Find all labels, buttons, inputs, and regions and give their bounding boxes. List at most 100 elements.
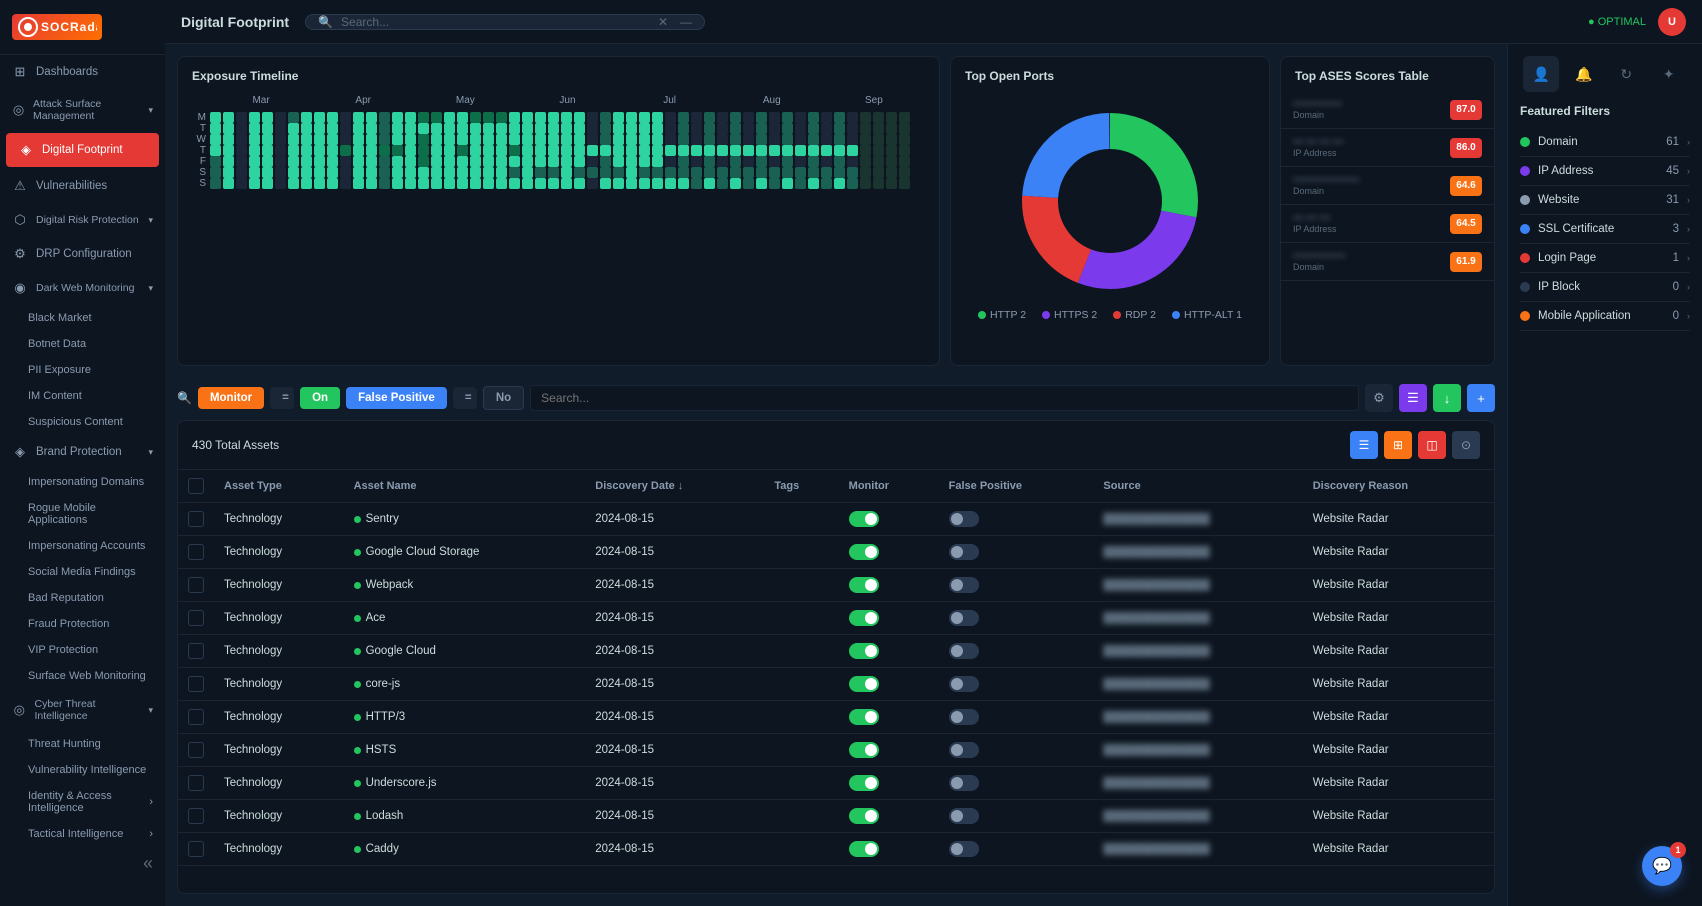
cell-6-18[interactable] xyxy=(444,178,455,189)
cell-5-16[interactable] xyxy=(418,167,429,178)
cell-3-12[interactable] xyxy=(366,145,377,156)
cell-1-18[interactable] xyxy=(444,123,455,134)
cell-2-34[interactable] xyxy=(652,134,663,145)
cell-2-21[interactable] xyxy=(483,134,494,145)
cell-2-27[interactable] xyxy=(561,134,572,145)
cell-0-40[interactable] xyxy=(730,112,741,123)
cell-5-23[interactable] xyxy=(509,167,520,178)
featured-filter-item-2[interactable]: Website 31 › xyxy=(1520,186,1690,215)
cell-3-49[interactable] xyxy=(847,145,858,156)
fp-toggle-7[interactable] xyxy=(949,742,979,758)
cell-1-47[interactable] xyxy=(821,123,832,134)
cell-5-32[interactable] xyxy=(626,167,637,178)
table-row[interactable]: Technology HSTS 2024-08-15 █████████████… xyxy=(178,734,1494,767)
cell-4-35[interactable] xyxy=(665,156,676,167)
cell-0-1[interactable] xyxy=(223,112,234,123)
cell-5-49[interactable] xyxy=(847,167,858,178)
cell-1-16[interactable] xyxy=(418,123,429,134)
fp-toggle-3[interactable] xyxy=(949,610,979,626)
cell-6-38[interactable] xyxy=(704,178,715,189)
cell-0-38[interactable] xyxy=(704,112,715,123)
cell-1-49[interactable] xyxy=(847,123,858,134)
cell-4-41[interactable] xyxy=(743,156,754,167)
ases-row-0[interactable]: •••••••••••••• Domain 87.0 xyxy=(1281,91,1494,129)
cell-6-19[interactable] xyxy=(457,178,468,189)
cell-0-42[interactable] xyxy=(756,112,767,123)
cell-1-2[interactable] xyxy=(236,123,247,134)
cell-4-42[interactable] xyxy=(756,156,767,167)
cell-6-23[interactable] xyxy=(509,178,520,189)
cell-0-48[interactable] xyxy=(834,112,845,123)
ases-row-4[interactable]: ••••••••••••••• Domain 61.9 xyxy=(1281,243,1494,281)
sidebar-item-suspicious[interactable]: Suspicious Content xyxy=(0,409,165,435)
cell-0-43[interactable] xyxy=(769,112,780,123)
add-filter-button[interactable]: + xyxy=(1467,384,1495,412)
cell-3-36[interactable] xyxy=(678,145,689,156)
cell-2-38[interactable] xyxy=(704,134,715,145)
table-row[interactable]: Technology Underscore.js 2024-08-15 ████… xyxy=(178,767,1494,800)
cell-2-1[interactable] xyxy=(223,134,234,145)
cell-4-7[interactable] xyxy=(301,156,312,167)
monitor-toggle-8[interactable] xyxy=(849,775,879,791)
cell-4-34[interactable] xyxy=(652,156,663,167)
cell-4-53[interactable] xyxy=(899,156,910,167)
cell-2-20[interactable] xyxy=(470,134,481,145)
cell-5-47[interactable] xyxy=(821,167,832,178)
cell-4-10[interactable] xyxy=(340,156,351,167)
cell-2-17[interactable] xyxy=(431,134,442,145)
cell-1-51[interactable] xyxy=(873,123,884,134)
cell-6-2[interactable] xyxy=(236,178,247,189)
cell-4-0[interactable] xyxy=(210,156,221,167)
sidebar-item-surface-web[interactable]: Surface Web Monitoring xyxy=(0,663,165,689)
cell-6-42[interactable] xyxy=(756,178,767,189)
cell-1-38[interactable] xyxy=(704,123,715,134)
cell-4-20[interactable] xyxy=(470,156,481,167)
cell-0-19[interactable] xyxy=(457,112,468,123)
cell-3-11[interactable] xyxy=(353,145,364,156)
cell-2-36[interactable] xyxy=(678,134,689,145)
cell-0-50[interactable] xyxy=(860,112,871,123)
cell-4-8[interactable] xyxy=(314,156,325,167)
sidebar-item-dashboards[interactable]: ⊞ Dashboards xyxy=(0,55,165,89)
cell-5-17[interactable] xyxy=(431,167,442,178)
sidebar-item-digital-footprint[interactable]: ◈ Digital Footprint xyxy=(6,133,159,167)
cell-6-36[interactable] xyxy=(678,178,689,189)
cell-2-18[interactable] xyxy=(444,134,455,145)
cell-3-43[interactable] xyxy=(769,145,780,156)
cell-6-30[interactable] xyxy=(600,178,611,189)
cell-3-8[interactable] xyxy=(314,145,325,156)
cell-3-15[interactable] xyxy=(405,145,416,156)
cell-5-7[interactable] xyxy=(301,167,312,178)
cell-2-53[interactable] xyxy=(899,134,910,145)
table-row[interactable]: Technology Sentry 2024-08-15 ███████████… xyxy=(178,503,1494,536)
cell-2-43[interactable] xyxy=(769,134,780,145)
monitor-toggle-3[interactable] xyxy=(849,610,879,626)
cell-4-5[interactable] xyxy=(275,156,286,167)
cell-1-13[interactable] xyxy=(379,123,390,134)
cell-4-9[interactable] xyxy=(327,156,338,167)
table-row[interactable]: Technology core-js 2024-08-15 ██████████… xyxy=(178,668,1494,701)
cell-0-36[interactable] xyxy=(678,112,689,123)
cell-0-45[interactable] xyxy=(795,112,806,123)
cell-2-49[interactable] xyxy=(847,134,858,145)
cell-6-24[interactable] xyxy=(522,178,533,189)
cell-2-12[interactable] xyxy=(366,134,377,145)
table-row[interactable]: Technology Google Cloud Storage 2024-08-… xyxy=(178,536,1494,569)
cell-3-39[interactable] xyxy=(717,145,728,156)
cell-1-25[interactable] xyxy=(535,123,546,134)
cell-0-18[interactable] xyxy=(444,112,455,123)
cell-3-33[interactable] xyxy=(639,145,650,156)
cell-6-44[interactable] xyxy=(782,178,793,189)
cell-0-10[interactable] xyxy=(340,112,351,123)
user-avatar[interactable]: U xyxy=(1658,8,1686,36)
cell-2-8[interactable] xyxy=(314,134,325,145)
cell-4-28[interactable] xyxy=(574,156,585,167)
cell-3-32[interactable] xyxy=(626,145,637,156)
monitor-toggle-1[interactable] xyxy=(849,544,879,560)
cell-2-32[interactable] xyxy=(626,134,637,145)
monitor-toggle-10[interactable] xyxy=(849,841,879,857)
cell-4-36[interactable] xyxy=(678,156,689,167)
sidebar-item-vuln-intelligence[interactable]: Vulnerability Intelligence xyxy=(0,757,165,783)
row-checkbox-7[interactable] xyxy=(188,742,204,758)
cell-3-38[interactable] xyxy=(704,145,715,156)
